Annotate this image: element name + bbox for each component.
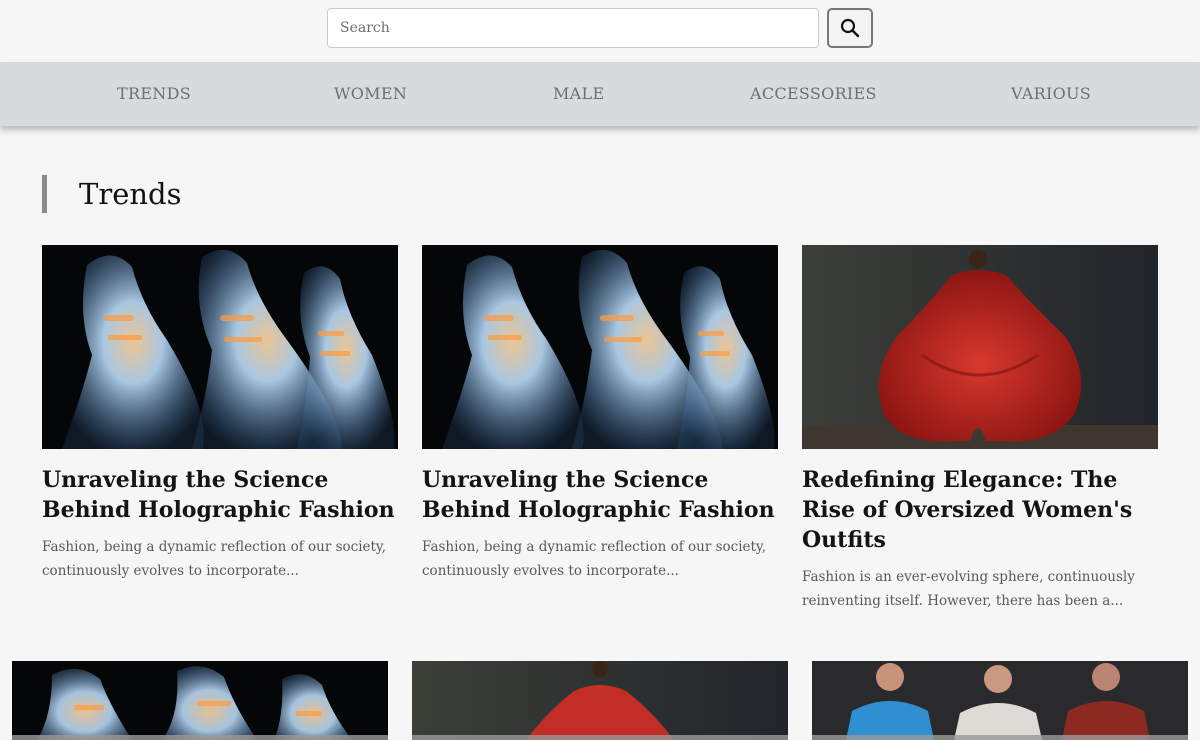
nav-item-trends[interactable]: TRENDS — [117, 62, 191, 126]
article-image[interactable] — [412, 661, 788, 740]
section-title: Trends — [42, 175, 182, 213]
article-card[interactable]: Unraveling the Science Behind Holographi… — [42, 245, 398, 583]
article-image[interactable] — [42, 245, 398, 449]
search-button[interactable] — [827, 8, 873, 48]
article-title[interactable]: Unraveling the Science Behind Holographi… — [422, 465, 778, 525]
article-title[interactable]: Unraveling the Science Behind Holographi… — [42, 465, 398, 525]
article-image[interactable] — [12, 661, 388, 740]
article-card[interactable]: Unraveling the Science Behind Holographi… — [422, 245, 778, 583]
article-excerpt: Fashion is an ever-evolving sphere, cont… — [802, 569, 1135, 609]
article-card[interactable]: Redefining Elegance: The Rise of Oversiz… — [802, 245, 1158, 613]
nav-item-accessories[interactable]: ACCESSORIES — [750, 62, 877, 126]
article-image[interactable] — [812, 661, 1188, 740]
article-excerpt: Fashion, being a dynamic reflection of o… — [422, 539, 767, 579]
main-navbar: TRENDS WOMEN MALE ACCESSORIES VARIOUS — [0, 62, 1200, 126]
article-image[interactable] — [802, 245, 1158, 449]
article-excerpt: Fashion, being a dynamic reflection of o… — [42, 539, 387, 579]
search-input[interactable] — [327, 8, 819, 48]
article-title[interactable]: Redefining Elegance: The Rise of Oversiz… — [802, 465, 1158, 555]
search-bar — [327, 8, 873, 48]
search-icon — [840, 18, 860, 38]
nav-item-women[interactable]: WOMEN — [334, 62, 407, 126]
nav-item-various[interactable]: VARIOUS — [1011, 62, 1091, 126]
nav-item-male[interactable]: MALE — [553, 62, 604, 126]
article-image[interactable] — [422, 245, 778, 449]
